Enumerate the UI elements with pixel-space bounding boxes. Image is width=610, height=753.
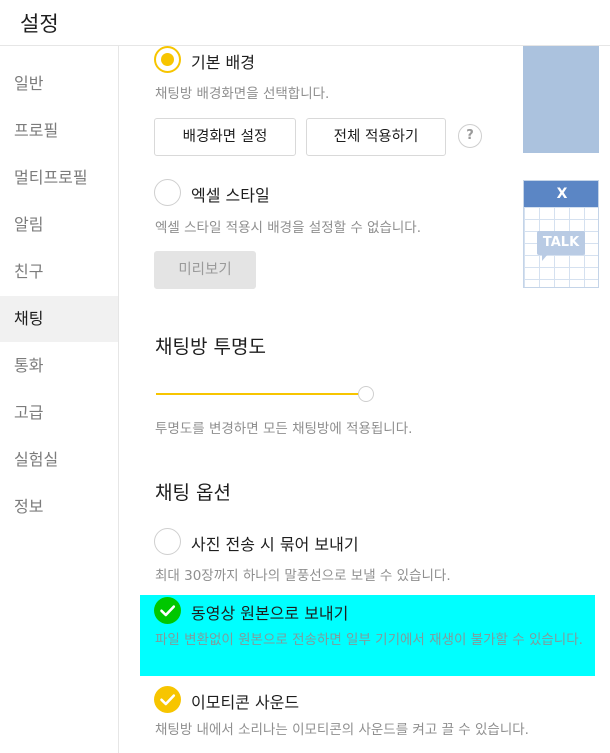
excel-style-thumbnail: X TALK: [523, 180, 599, 288]
chat-options-title: 채팅 옵션: [155, 482, 231, 504]
set-wallpaper-button[interactable]: 배경화면 설정: [154, 118, 296, 156]
emoticon-sound-description: 채팅방 내에서 소리나는 이모티콘의 사운드를 켜고 끌 수 있습니다.: [155, 722, 529, 738]
checkmark-icon: [160, 694, 176, 706]
default-background-label: 기본 배경: [191, 53, 255, 72]
talk-badge: TALK: [537, 231, 585, 255]
original-video-label: 동영상 원본으로 보내기: [191, 604, 349, 623]
bundle-photos-checkbox[interactable]: [154, 528, 181, 555]
window-title: 설정: [20, 12, 59, 36]
default-background-description: 채팅방 배경화면을 선택합니다.: [155, 86, 330, 102]
sidebar-item-call[interactable]: 통화: [0, 343, 118, 389]
sidebar-item-general[interactable]: 일반: [0, 61, 118, 107]
transparency-slider-handle[interactable]: [358, 386, 374, 402]
sidebar-item-chat[interactable]: 채팅: [0, 296, 118, 342]
title-bar: 설정: [0, 0, 610, 46]
chat-settings-panel: 기본 배경 채팅방 배경화면을 선택합니다. 배경화면 설정 전체 적용하기 ?…: [120, 46, 610, 753]
preview-button[interactable]: 미리보기: [154, 251, 256, 289]
sidebar-item-multiprofile[interactable]: 멀티프로필: [0, 155, 118, 201]
sidebar-item-info[interactable]: 정보: [0, 484, 118, 530]
emoticon-sound-label: 이모티콘 사운드: [191, 693, 300, 712]
excel-style-label: 엑셀 스타일: [191, 186, 270, 205]
sidebar-item-notifications[interactable]: 알림: [0, 202, 118, 248]
transparency-description: 투명도를 변경하면 모든 채팅방에 적용됩니다.: [155, 421, 413, 437]
bundle-photos-label: 사진 전송 시 묶어 보내기: [191, 535, 359, 554]
original-video-checkbox[interactable]: [154, 597, 181, 624]
sidebar-item-profile[interactable]: 프로필: [0, 108, 118, 154]
default-background-radio[interactable]: [154, 46, 181, 73]
sidebar-item-friends[interactable]: 친구: [0, 249, 118, 295]
talk-bubble-tail: [542, 254, 548, 261]
emoticon-sound-checkbox[interactable]: [154, 686, 181, 713]
transparency-slider-track[interactable]: [156, 393, 366, 395]
apply-all-button[interactable]: 전체 적용하기: [306, 118, 446, 156]
excel-style-description: 엑셀 스타일 적용시 배경을 설정할 수 없습니다.: [155, 220, 422, 236]
radio-selected-dot: [161, 53, 174, 66]
excel-style-radio[interactable]: [154, 179, 181, 206]
sidebar-item-labs[interactable]: 실험실: [0, 437, 118, 483]
excel-x-icon: X: [524, 181, 598, 207]
original-video-description: 파일 변환없이 원본으로 전송하면 일부 기기에서 재생이 불가할 수 있습니다…: [155, 632, 583, 648]
transparency-title: 채팅방 투명도: [155, 336, 266, 358]
sidebar-item-advanced[interactable]: 고급: [0, 390, 118, 436]
default-background-preview: [523, 46, 599, 153]
bundle-photos-description: 최대 30장까지 하나의 말풍선으로 보낼 수 있습니다.: [155, 568, 451, 584]
checkmark-icon: [160, 605, 176, 617]
help-icon[interactable]: ?: [458, 124, 482, 148]
highlighted-option: 동영상 원본으로 보내기 파일 변환없이 원본으로 전송하면 일부 기기에서 재…: [140, 595, 595, 676]
sidebar: 일반 프로필 멀티프로필 알림 친구 채팅 통화 고급 실험실 정보: [0, 46, 119, 753]
